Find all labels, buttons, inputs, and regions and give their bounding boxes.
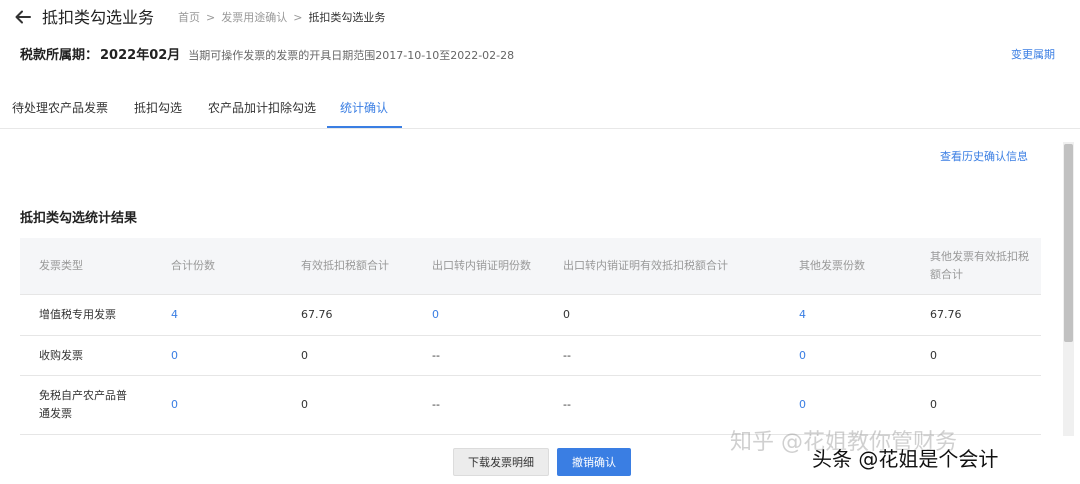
table-cell: 67.76 (930, 308, 962, 321)
toutiao-watermark: 头条 @花姐是个会计 (812, 447, 999, 471)
column-header: 出口转内销证明有效抵扣税额合计 (563, 259, 728, 272)
breadcrumb-current: 抵扣类勾选业务 (308, 11, 386, 24)
table-cell: 67.76 (301, 308, 333, 321)
tab-agri-extra-deduction[interactable]: 农产品加计扣除勾选 (208, 100, 316, 116)
tax-period-label: 税款所属期： (20, 48, 99, 63)
table-cell: -- (432, 348, 440, 362)
page-title: 抵扣类勾选业务 (42, 8, 155, 27)
table-cell-link[interactable]: 4 (171, 295, 281, 335)
back-arrow-icon[interactable] (14, 8, 32, 26)
tab-bar: 待处理农产品发票 抵扣勾选 农产品加计扣除勾选 统计确认 (0, 88, 1080, 129)
tax-period-bar: 税款所属期： 2022年02月 当期可操作发票的发票的开具日期范围2017-10-1… (20, 44, 514, 64)
table-cell: 0 (930, 348, 937, 362)
breadcrumb-invoice-purpose[interactable]: 发票用途确认 (221, 11, 287, 24)
tab-deduction-select[interactable]: 抵扣勾选 (134, 100, 182, 116)
page-header: 抵扣类勾选业务 首页 > 发票用途确认 > 抵扣类勾选业务 (0, 0, 1080, 36)
vertical-scrollbar[interactable] (1063, 142, 1074, 436)
active-tab-indicator (327, 126, 402, 128)
table-cell-link[interactable]: 0 (171, 336, 281, 375)
breadcrumb-home[interactable]: 首页 (178, 11, 200, 24)
table-cell-link[interactable]: 0 (171, 376, 281, 434)
column-header: 出口转内销证明份数 (432, 259, 531, 272)
section-title: 抵扣类勾选统计结果 (20, 211, 138, 226)
table-row: 收购发票 0 0 -- -- 0 0 (20, 336, 1041, 376)
tax-period-value: 2022年02月 (100, 48, 181, 63)
table-cell-link[interactable]: 4 (799, 295, 909, 335)
revoke-confirmation-button[interactable]: 撤销确认 (557, 448, 631, 476)
table-cell: -- (432, 398, 440, 411)
tab-statistics-confirm[interactable]: 统计确认 (340, 100, 388, 116)
table-header-row: 发票类型 合计份数 有效抵扣税额合计 出口转内销证明份数 出口转内销证明有效抵扣… (20, 238, 1041, 295)
table-cell: 免税自产农产品普通发票 (39, 389, 127, 420)
breadcrumb: 首页 > 发票用途确认 > 抵扣类勾选业务 (178, 10, 385, 26)
column-header: 有效抵扣税额合计 (301, 259, 389, 272)
statistics-table: 发票类型 合计份数 有效抵扣税额合计 出口转内销证明份数 出口转内销证明有效抵扣… (20, 238, 1041, 435)
tab-pending-agri[interactable]: 待处理农产品发票 (12, 100, 108, 116)
table-cell: 0 (301, 348, 308, 362)
table-row: 增值税专用发票 4 67.76 0 0 4 67.76 (20, 295, 1041, 336)
change-period-link[interactable]: 变更属期 (1011, 46, 1055, 62)
table-cell: -- (563, 348, 571, 362)
breadcrumb-separator-icon: > (206, 11, 216, 24)
breadcrumb-separator-icon: > (293, 11, 303, 24)
table-cell-link[interactable]: 0 (432, 295, 542, 335)
tax-period-hint: 当期可操作发票的发票的开具日期范围2017-10-10至2022-02-28 (188, 49, 515, 62)
download-invoice-details-button[interactable]: 下载发票明细 (453, 448, 549, 476)
table-cell-link[interactable]: 0 (799, 336, 909, 375)
table-cell: 0 (563, 308, 570, 321)
column-header: 其他发票份数 (799, 259, 865, 272)
column-header: 其他发票有效抵扣税额合计 (930, 250, 1029, 281)
view-history-link[interactable]: 查看历史确认信息 (940, 148, 1028, 164)
column-header: 合计份数 (171, 259, 215, 272)
column-header: 发票类型 (39, 259, 83, 272)
table-cell: 增值税专用发票 (39, 308, 116, 321)
scrollbar-thumb[interactable] (1064, 144, 1073, 342)
table-cell: 收购发票 (39, 348, 83, 362)
table-cell: 0 (301, 398, 308, 411)
